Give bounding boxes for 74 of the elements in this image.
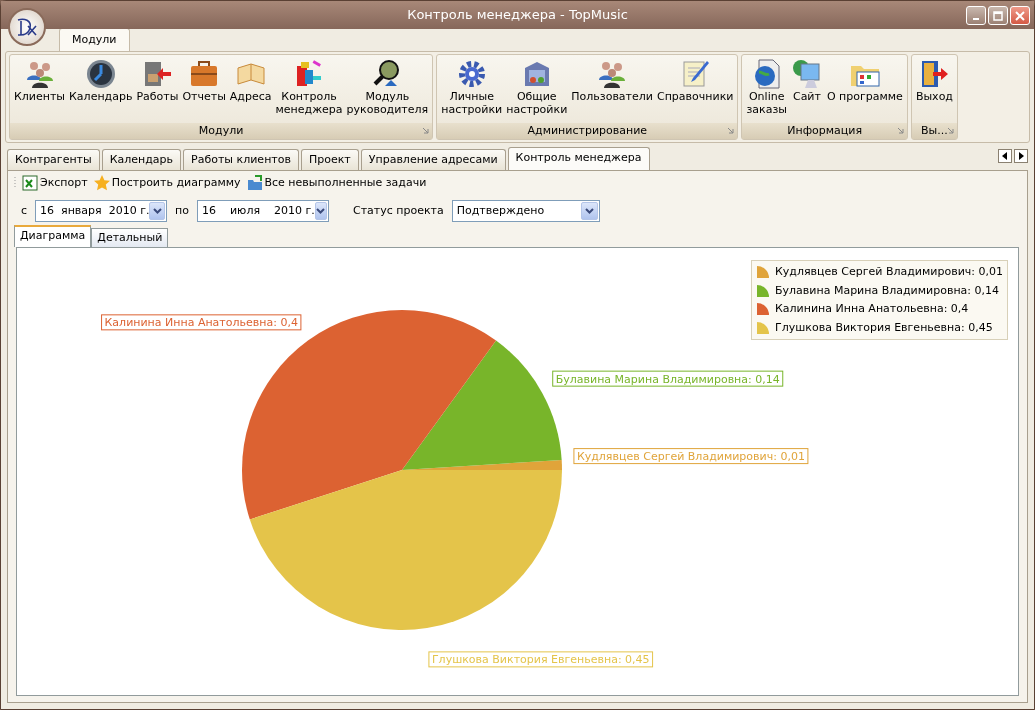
view-tab[interactable]: Диаграмма (14, 224, 92, 247)
launcher-icon[interactable] (896, 127, 904, 134)
document-tab[interactable]: Календарь (101, 148, 182, 170)
ribbon-button[interactable]: Контроль менеджера (273, 58, 345, 123)
document-tab[interactable]: Контроль менеджера (507, 146, 650, 170)
close-button[interactable] (1010, 6, 1030, 25)
triangle-right-icon (1018, 152, 1024, 160)
close-icon (1015, 10, 1025, 21)
ribbon-button[interactable]: Online заказы (744, 58, 789, 123)
ribbon-button[interactable]: Пользователи (569, 58, 655, 123)
group-title: Вы... (921, 122, 948, 139)
from-label: с (21, 202, 28, 219)
data-label: Глушкова Виктория Евгеньевна: 0,45 (428, 651, 654, 668)
legend-text: Глушкова Виктория Евгеньевна: 0,45 (775, 319, 993, 336)
view-tab[interactable]: Детальный (91, 227, 169, 247)
scroll-left-button[interactable] (998, 149, 1012, 163)
star-icon (93, 175, 110, 191)
legend-swatch-icon (756, 320, 772, 335)
date-picker[interactable]: 16 января 2010 г. (35, 200, 168, 222)
logo-letters-icon (15, 17, 39, 37)
ribbon-tab[interactable]: Модули (59, 27, 130, 51)
ribbon-button[interactable]: Календарь (67, 58, 135, 123)
document-tab[interactable]: Контрагенты (7, 148, 100, 170)
toolbar-button[interactable]: Экспорт (21, 174, 89, 192)
ribbon-button[interactable]: Сайт (788, 58, 825, 123)
toolbar-button[interactable]: Построить диаграмму (92, 174, 242, 192)
data-label: Калинина Инна Анатольевна: 0,4 (101, 314, 302, 331)
document-tab[interactable]: Управление адресами (360, 148, 506, 170)
data-label: Кудлявцев Сергей Владимирович: 0,01 (573, 448, 809, 465)
launcher-icon[interactable] (727, 127, 735, 134)
launcher-icon[interactable] (422, 127, 430, 134)
ribbon-button[interactable]: Отчеты (180, 58, 228, 123)
folder-arrow-icon (246, 175, 263, 191)
toolbar-button[interactable]: Все невыполненные задачи (245, 174, 428, 192)
group-title: Администрирование (527, 122, 648, 139)
chevron-down-icon[interactable] (152, 208, 162, 214)
document-tab[interactable]: Проект (300, 148, 359, 170)
document-tab[interactable]: Работы клиентов (183, 148, 299, 170)
triangle-left-icon (1002, 152, 1008, 160)
group-title: Информация (787, 122, 863, 139)
minimize-button[interactable] (966, 6, 986, 25)
launcher-icon[interactable] (946, 127, 954, 134)
clock-icon (84, 58, 117, 90)
ribbon-button[interactable]: Выход (913, 58, 955, 123)
ribbon-button[interactable]: Общие настройки (504, 58, 570, 123)
window-title: Контроль менеджера - TopMusic (407, 6, 628, 25)
legend-text: Калинина Инна Анатольевна: 0,4 (775, 301, 969, 317)
status-label: Статус проекта (353, 202, 444, 219)
chevron-down-icon[interactable] (584, 208, 594, 214)
status-dropdown[interactable]: Подтверждено (451, 200, 600, 222)
ribbon-button[interactable]: Справочники (655, 58, 736, 123)
ribbon-button[interactable]: Личные настройки (439, 58, 505, 123)
monitor-icon (790, 58, 823, 90)
legend-swatch-icon (756, 302, 772, 317)
chevron-down-icon[interactable] (316, 208, 326, 214)
ribbon-button[interactable]: Адреса (227, 58, 274, 123)
group-title: Модули (198, 122, 244, 139)
maximize-button[interactable] (988, 6, 1008, 25)
date-picker[interactable]: 16 июля 2010 г. (197, 200, 329, 222)
legend-text: Булавина Марина Владимировна: 0,14 (775, 282, 1000, 299)
scroll-right-button[interactable] (1014, 149, 1028, 163)
ribbon-button[interactable]: Модуль руководителя (344, 58, 431, 123)
spreadsheet-icon (22, 175, 38, 191)
ribbon-button[interactable]: О программе (824, 58, 905, 123)
legend-swatch-icon (756, 265, 772, 280)
maximize-icon (993, 10, 1003, 21)
app-logo[interactable] (8, 8, 46, 46)
legend-swatch-icon (756, 283, 772, 298)
ribbon-button[interactable]: Работы (134, 58, 181, 123)
minimize-icon (973, 18, 979, 20)
data-label: Булавина Марина Владимировна: 0,14 (552, 370, 784, 387)
ribbon-button[interactable]: Клиенты (12, 58, 68, 123)
legend-text: Кудлявцев Сергей Владимирович: 0,01 (775, 264, 1003, 280)
to-label: по (175, 202, 189, 219)
